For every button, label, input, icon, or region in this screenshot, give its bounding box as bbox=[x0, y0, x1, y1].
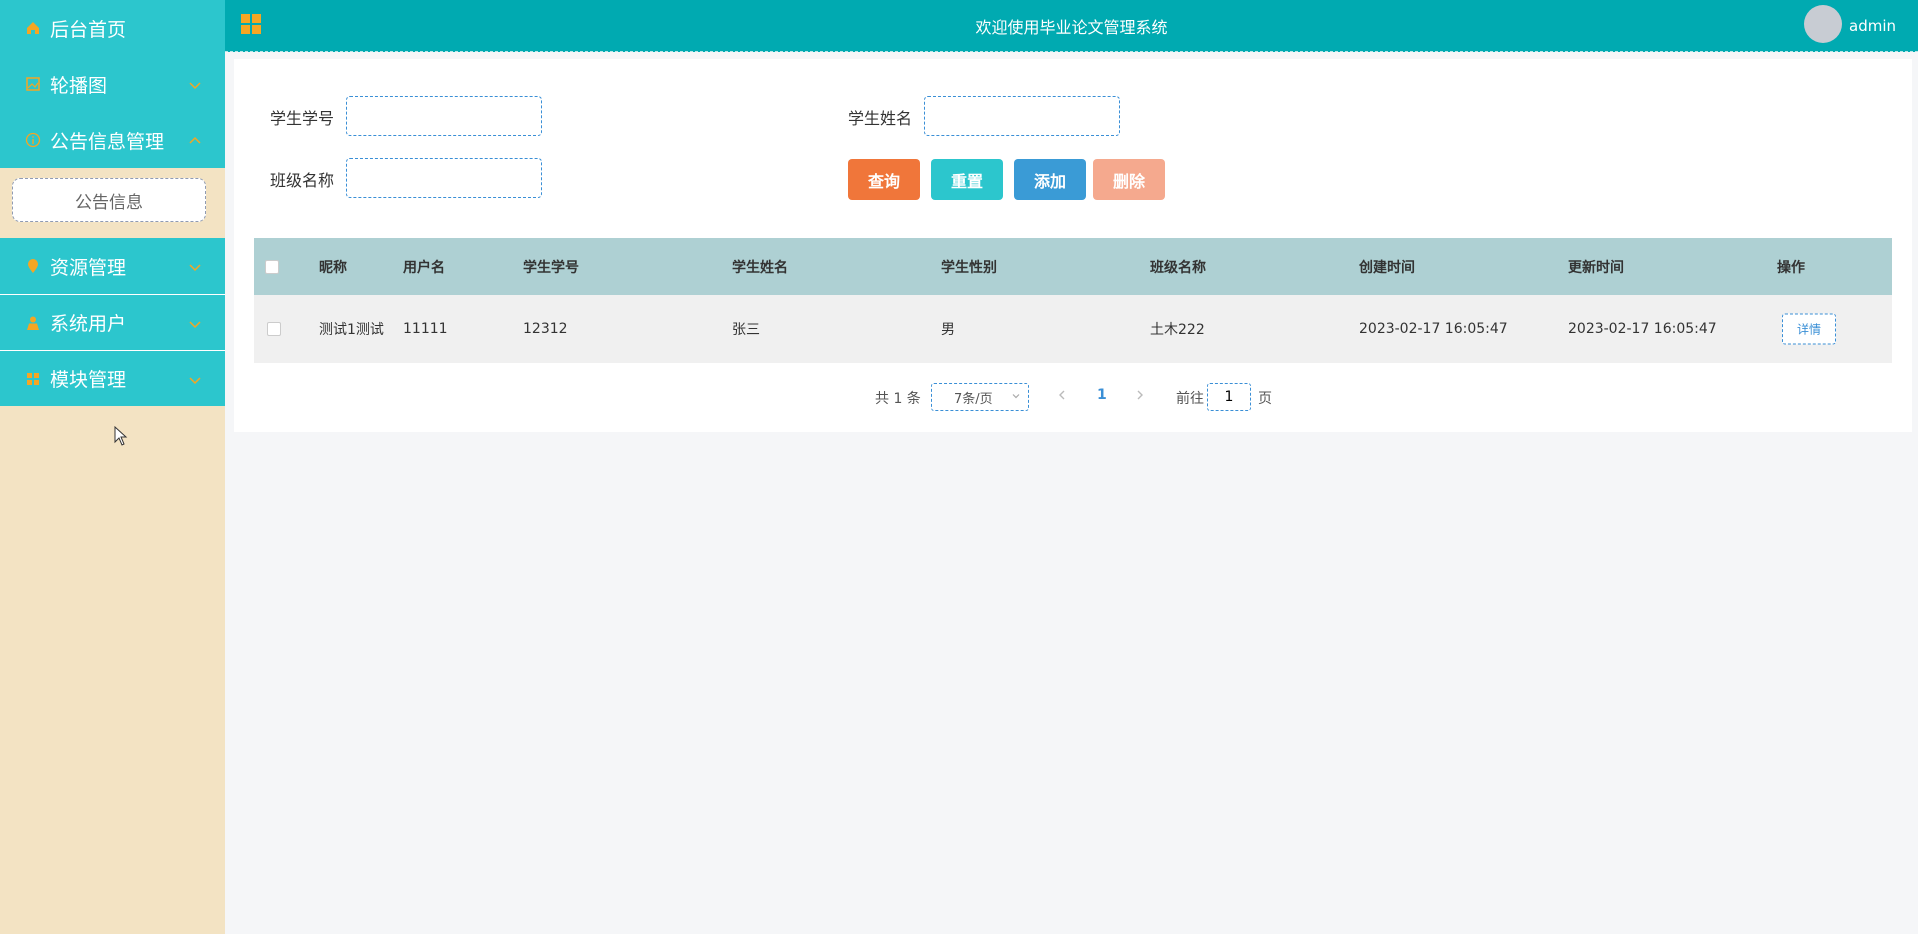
cell-student-no: 12312 bbox=[523, 321, 568, 337]
prev-page-icon[interactable] bbox=[1056, 387, 1068, 407]
cell-username: 11111 bbox=[403, 321, 448, 337]
chevron-down-icon bbox=[187, 315, 203, 331]
sidebar-item-home[interactable]: 后台首页 bbox=[0, 0, 225, 56]
pagination-total: 共 1 条 bbox=[875, 391, 921, 407]
sidebar-item-carousel[interactable]: 轮播图 bbox=[0, 56, 225, 112]
info-icon bbox=[24, 131, 42, 149]
image-icon bbox=[24, 75, 42, 93]
main-card: 学生学号 学生姓名 班级名称 查询 重置 添加 删除 昵称 用户名 学生学号 学… bbox=[234, 59, 1912, 432]
username-label[interactable]: admin bbox=[1849, 17, 1896, 35]
chevron-down-icon bbox=[187, 371, 203, 387]
cell-nickname: 测试1测试 bbox=[319, 322, 384, 338]
cell-gender: 男 bbox=[941, 322, 955, 338]
select-all-checkbox[interactable] bbox=[265, 259, 279, 274]
goto-prefix: 前往 bbox=[1176, 391, 1204, 407]
table-header: 昵称 用户名 学生学号 学生姓名 学生性别 班级名称 创建时间 更新时间 操作 bbox=[254, 238, 1892, 295]
goto-page-input[interactable] bbox=[1207, 383, 1251, 411]
sidebar-item-label: 公告信息管理 bbox=[50, 130, 165, 153]
location-icon bbox=[24, 257, 42, 275]
sidebar-item-label: 轮播图 bbox=[50, 74, 108, 97]
chevron-down-icon bbox=[187, 258, 203, 274]
reset-button[interactable]: 重置 bbox=[931, 159, 1003, 200]
goto-suffix: 页 bbox=[1258, 391, 1272, 407]
student-no-label: 学生学号 bbox=[270, 109, 335, 128]
student-name-input[interactable] bbox=[924, 96, 1120, 136]
sidebar-item-notice-management[interactable]: 公告信息管理 bbox=[0, 112, 225, 168]
detail-button[interactable]: 详情 bbox=[1782, 313, 1836, 345]
current-page[interactable]: 1 bbox=[1097, 387, 1107, 403]
notice-submenu: 公告信息 bbox=[0, 168, 225, 238]
column-header: 学生性别 bbox=[941, 259, 997, 276]
column-header: 用户名 bbox=[403, 259, 445, 276]
query-button[interactable]: 查询 bbox=[848, 159, 920, 200]
class-name-input[interactable] bbox=[346, 158, 542, 198]
next-page-icon[interactable] bbox=[1134, 387, 1146, 407]
top-header: 欢迎使用毕业论文管理系统 admin bbox=[225, 0, 1918, 52]
home-icon bbox=[24, 19, 42, 37]
avatar[interactable] bbox=[1804, 5, 1842, 43]
column-header: 昵称 bbox=[319, 259, 347, 276]
sidebar-item-module-management[interactable]: 模块管理 bbox=[0, 350, 225, 406]
table-row[interactable]: 测试1测试 11111 12312 张三 男 土木222 2023-02-17 … bbox=[254, 295, 1892, 363]
page-size-select[interactable]: 7条/页 bbox=[931, 383, 1029, 411]
pagination: 共 1 条 7条/页 1 前往 页 bbox=[234, 381, 1912, 411]
chevron-down-icon bbox=[1011, 390, 1021, 405]
submenu-item-notice-info[interactable]: 公告信息 bbox=[12, 178, 206, 222]
column-header: 学生学号 bbox=[523, 259, 579, 276]
sidebar-item-label: 资源管理 bbox=[50, 256, 127, 279]
cell-student-name: 张三 bbox=[732, 322, 760, 338]
sidebar-item-label: 系统用户 bbox=[50, 313, 127, 335]
cell-updated-time: 2023-02-17 16:05:47 bbox=[1568, 321, 1717, 337]
student-no-input[interactable] bbox=[346, 96, 542, 136]
column-header: 班级名称 bbox=[1150, 259, 1206, 276]
student-name-label: 学生姓名 bbox=[848, 109, 913, 128]
cell-created-time: 2023-02-17 16:05:47 bbox=[1359, 321, 1508, 337]
sidebar-item-resource-management[interactable]: 资源管理 bbox=[0, 238, 225, 294]
cell-class-name: 土木222 bbox=[1150, 322, 1205, 338]
grid-icon bbox=[24, 370, 42, 388]
user-icon bbox=[24, 314, 42, 332]
mouse-cursor-icon bbox=[114, 425, 128, 450]
column-header: 操作 bbox=[1777, 259, 1805, 276]
chevron-down-icon bbox=[187, 76, 203, 92]
column-header: 更新时间 bbox=[1568, 259, 1624, 276]
sidebar-item-system-users[interactable]: 系统用户 bbox=[0, 294, 225, 350]
column-header: 创建时间 bbox=[1359, 259, 1415, 276]
row-checkbox[interactable] bbox=[267, 322, 281, 336]
sidebar: 后台首页 轮播图 公告信息管理 公告信息 资源管理 系统用户 模块管理 bbox=[0, 0, 225, 934]
delete-button[interactable]: 删除 bbox=[1093, 159, 1165, 200]
sidebar-item-label: 模块管理 bbox=[50, 369, 127, 391]
page-size-value: 7条/页 bbox=[954, 391, 993, 407]
data-table: 昵称 用户名 学生学号 学生姓名 学生性别 班级名称 创建时间 更新时间 操作 … bbox=[254, 238, 1892, 363]
column-header: 学生姓名 bbox=[732, 259, 788, 276]
sidebar-item-label: 后台首页 bbox=[50, 18, 127, 41]
add-button[interactable]: 添加 bbox=[1014, 159, 1086, 200]
chevron-up-icon bbox=[187, 132, 203, 148]
class-name-label: 班级名称 bbox=[270, 171, 335, 190]
page-title: 欢迎使用毕业论文管理系统 bbox=[975, 18, 1168, 37]
